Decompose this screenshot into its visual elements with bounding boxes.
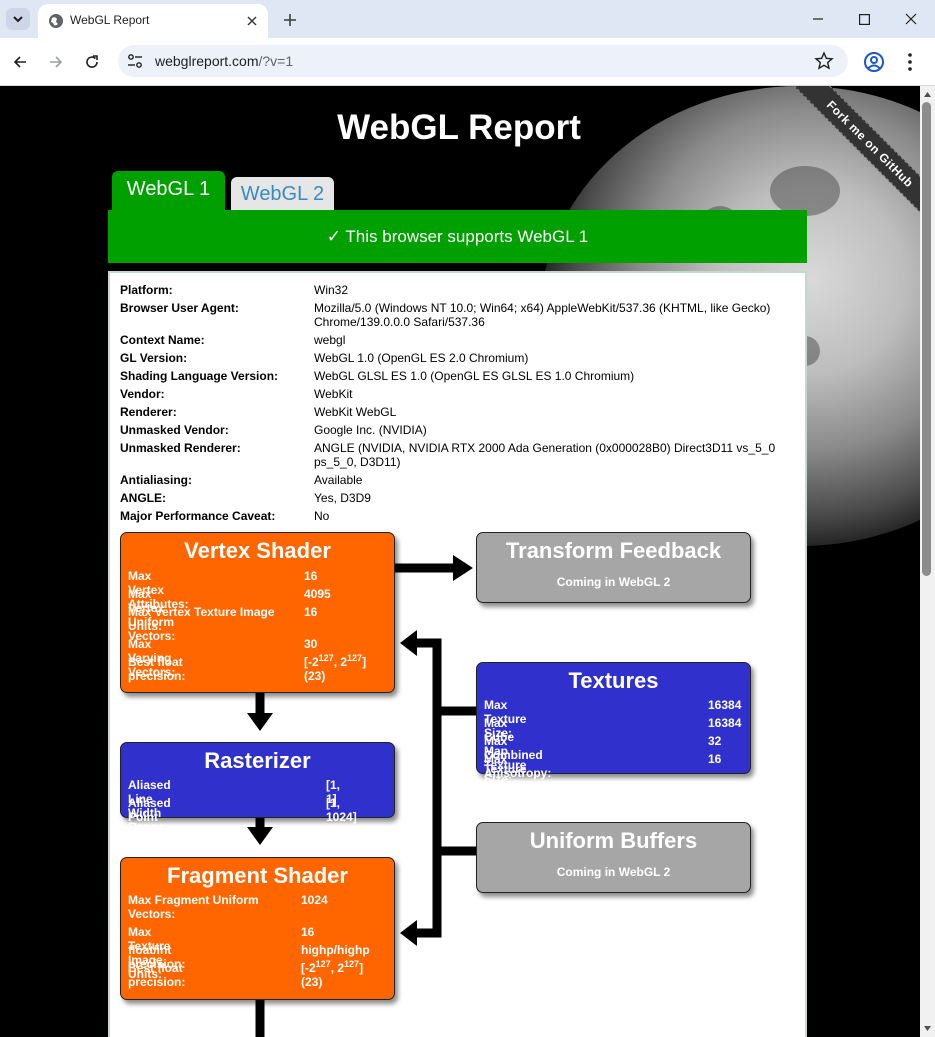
plus-icon: [284, 14, 296, 26]
url-host: webglreport.com: [155, 53, 259, 69]
reload-button[interactable]: [78, 48, 106, 76]
float-precision-value: [-2127, 2127] (23): [304, 653, 367, 684]
tab-webgl1[interactable]: WebGL 1: [112, 171, 225, 211]
report-panel: Platform: Win32 Browser User Agent: Mozill…: [108, 271, 807, 1037]
support-banner: ✓ This browser supports WebGL 1: [108, 210, 807, 263]
close-window-button[interactable]: [888, 0, 934, 38]
coming-note: Coming in WebGL 2: [556, 575, 671, 589]
bookmark-star-icon[interactable]: [814, 51, 834, 71]
fragment-shader-box: Fragment Shader Max Fragment Uniform Vec…: [120, 857, 395, 1000]
arrow-right-icon: [50, 56, 63, 68]
site-info-icon[interactable]: [126, 52, 144, 70]
chevron-down-icon: [13, 16, 23, 23]
forward-button[interactable]: [42, 48, 70, 76]
float-precision-value: [-2127, 2127] (23): [301, 959, 364, 990]
page-viewport: Fork me on GitHub WebGL Report WebGL 1 W…: [0, 86, 920, 1037]
tab-title: WebGL Report: [70, 13, 150, 27]
textures-title: Textures: [568, 668, 659, 693]
transform-feedback-box: Transform Feedback Coming in WebGL 2: [476, 532, 751, 603]
transform-feedback-title: Transform Feedback: [505, 538, 722, 563]
url-path: /?v=1: [258, 53, 294, 69]
scroll-up-arrow-icon[interactable]: [923, 90, 932, 99]
minimize-icon: [813, 18, 823, 20]
fragment-shader-title: Fragment Shader: [167, 863, 348, 888]
arrow-left-icon: [13, 56, 26, 68]
close-icon: [247, 16, 257, 26]
uniform-buffers-box: Uniform Buffers Coming in WebGL 2: [476, 822, 751, 893]
tab-search-button[interactable]: [6, 8, 30, 30]
new-tab-button[interactable]: [278, 8, 302, 32]
minimize-button-2[interactable]: [795, 0, 841, 38]
reload-icon: [86, 55, 98, 68]
vertical-scrollbar[interactable]: [920, 86, 935, 1037]
page-title: WebGL Report: [337, 108, 581, 147]
rasterizer-box: Rasterizer Aliased Line Width Range: [1, …: [120, 742, 395, 852]
address-bar[interactable]: webglreport.com/?v=1: [118, 45, 848, 77]
close-tab-button[interactable]: [242, 11, 262, 31]
vertex-shader-title: Vertex Shader: [184, 538, 331, 563]
uniform-buffers-title: Uniform Buffers: [529, 828, 698, 853]
vertex-shader-box: Vertex Shader Max Vertex Attributes: 16 M…: [120, 532, 395, 693]
scrollbar-thumb[interactable]: [922, 102, 931, 576]
back-button[interactable]: [6, 48, 34, 76]
more-menu-icon[interactable]: [898, 50, 922, 74]
maximize-button[interactable]: [841, 0, 887, 38]
textures-box: Textures Max Texture Size: 16384 Max Cube…: [476, 662, 751, 804]
browser-tab[interactable]: WebGL Report: [38, 4, 268, 38]
url-text: webglreport.com/?v=1: [155, 53, 293, 69]
coming-note: Coming in WebGL 2: [556, 865, 671, 879]
scroll-down-arrow-icon[interactable]: [923, 1024, 932, 1033]
tab-webgl2[interactable]: WebGL 2: [231, 177, 334, 211]
browser-toolbar: webglreport.com/?v=1: [0, 38, 935, 86]
close-icon: [905, 13, 917, 25]
rasterizer-title: Rasterizer: [204, 748, 311, 773]
profile-icon[interactable]: [862, 50, 886, 74]
globe-icon: [49, 14, 63, 28]
maximize-icon: [858, 13, 870, 25]
